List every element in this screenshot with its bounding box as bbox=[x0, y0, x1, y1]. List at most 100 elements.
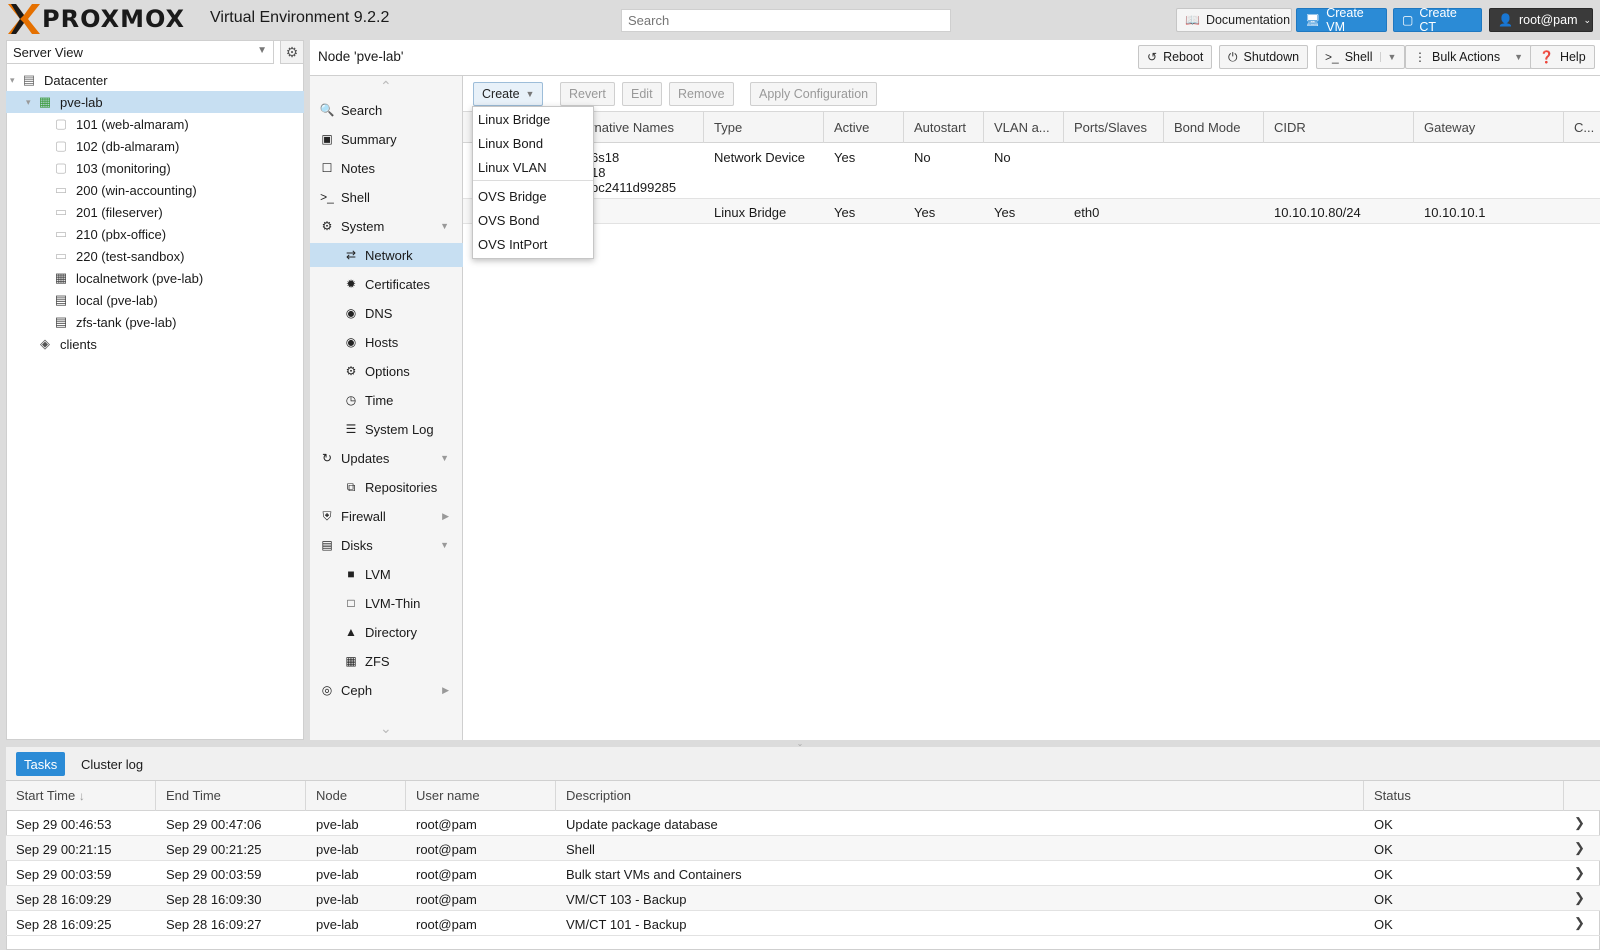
view-selector[interactable]: Server View ▼ bbox=[6, 40, 274, 64]
expand-arrow-icon[interactable]: ▾ bbox=[26, 97, 36, 108]
remove-button[interactable]: Remove bbox=[669, 82, 734, 106]
menu-item-firewall[interactable]: ⛨ Firewall ▶ bbox=[310, 504, 463, 528]
chevron-down-icon[interactable]: ▼ bbox=[440, 453, 449, 463]
menu-item-ovs-intport[interactable]: OVS IntPort bbox=[478, 237, 547, 252]
expand-arrow-icon[interactable]: ▾ bbox=[10, 75, 20, 86]
menu-item-updates[interactable]: ↻ Updates ▼ bbox=[310, 446, 463, 470]
menu-item-linux-bridge[interactable]: Linux Bridge bbox=[478, 112, 550, 127]
reboot-button[interactable]: ↺ Reboot bbox=[1138, 45, 1213, 69]
menu-item-notes[interactable]: ☐ Notes bbox=[310, 156, 463, 180]
column-header[interactable]: CIDR bbox=[1274, 120, 1306, 135]
chevron-right-icon[interactable]: ❯ bbox=[1574, 915, 1585, 931]
chevron-right-icon[interactable]: ❯ bbox=[1574, 840, 1585, 856]
tree-item-storage[interactable]: ▤ zfs-tank (pve-lab) bbox=[6, 311, 304, 333]
tree-item-guest[interactable]: ▢ 101 (web-almaram) bbox=[6, 113, 304, 135]
column-header[interactable]: Type bbox=[714, 120, 742, 135]
column-header[interactable]: VLAN a... bbox=[994, 120, 1050, 135]
global-search-input[interactable] bbox=[621, 9, 951, 32]
search-icon: 🔍 bbox=[319, 103, 335, 117]
documentation-button[interactable]: 📖 Documentation bbox=[1176, 8, 1292, 32]
column-header[interactable]: C... bbox=[1574, 120, 1594, 135]
chevron-down-icon[interactable]: ▼ bbox=[440, 221, 449, 231]
tree-item-guest[interactable]: ▭ 200 (win-accounting) bbox=[6, 179, 304, 201]
shell-button[interactable]: >_ Shell ▼ bbox=[1316, 45, 1406, 69]
tree-item-node[interactable]: ▾ ▦ pve-lab bbox=[6, 91, 304, 113]
task-node: pve-lab bbox=[316, 892, 359, 907]
column-header[interactable]: User name bbox=[416, 788, 480, 803]
chevron-right-icon[interactable]: ❯ bbox=[1574, 815, 1585, 831]
apply-configuration-label: Apply Configuration bbox=[759, 87, 869, 101]
menu-item-label: Hosts bbox=[365, 334, 399, 350]
bulk-actions-button[interactable]: ⋮ Bulk Actions ▼ bbox=[1405, 45, 1533, 69]
menu-item-disks[interactable]: ▤ Disks ▼ bbox=[310, 533, 463, 557]
shell-label: Shell bbox=[1344, 50, 1373, 64]
tree-item-storage[interactable]: ▤ local (pve-lab) bbox=[6, 289, 304, 311]
column-header[interactable]: Active bbox=[834, 120, 869, 135]
user-menu-button[interactable]: 👤 root@pam ⌄ bbox=[1489, 8, 1593, 32]
chevron-down-icon[interactable]: ▼ bbox=[1380, 52, 1396, 62]
column-header[interactable]: ernative Names bbox=[583, 120, 674, 135]
column-header[interactable]: Status bbox=[1374, 788, 1411, 803]
edit-button[interactable]: Edit bbox=[622, 82, 662, 106]
create-ct-button[interactable]: ▢ Create CT bbox=[1393, 6, 1482, 34]
menu-item-time[interactable]: ◷ Time bbox=[310, 388, 463, 412]
menu-item-zfs[interactable]: ▦ ZFS bbox=[310, 649, 463, 673]
column-header[interactable]: Bond Mode bbox=[1174, 120, 1241, 135]
menu-item-shell[interactable]: >_ Shell bbox=[310, 185, 463, 209]
create-vm-button[interactable]: 🖥 Create VM bbox=[1296, 6, 1387, 34]
menu-item-lvm-thin[interactable]: □ LVM-Thin bbox=[310, 591, 463, 615]
menu-item-ceph[interactable]: ◎ Ceph ▶ bbox=[310, 678, 463, 702]
panel-splitter[interactable]: ⌄ bbox=[775, 740, 825, 748]
column-header[interactable]: Gateway bbox=[1424, 120, 1475, 135]
menu-item-system-log[interactable]: ☰ System Log bbox=[310, 417, 463, 441]
chevron-up-icon[interactable]: ⌃ bbox=[380, 78, 392, 95]
menu-item-linux-vlan[interactable]: Linux VLAN bbox=[478, 160, 547, 175]
menu-item-network[interactable]: ⇄ Network bbox=[310, 243, 463, 267]
gear-icon[interactable]: ⚙ bbox=[280, 40, 304, 64]
menu-item-directory[interactable]: ▲ Directory bbox=[310, 620, 463, 644]
column-header[interactable]: Description bbox=[566, 788, 631, 803]
tree-item-tag[interactable]: ◈ clients bbox=[6, 333, 304, 355]
menu-item-ovs-bridge[interactable]: OVS Bridge bbox=[478, 189, 547, 204]
tree-item-datacenter[interactable]: ▾ ▤ Datacenter bbox=[6, 69, 304, 91]
exchange-icon: ⇄ bbox=[345, 248, 357, 262]
chevron-down-icon[interactable]: ▼ bbox=[440, 540, 449, 550]
chevron-right-icon[interactable]: ❯ bbox=[1574, 865, 1585, 881]
ellipsis-vertical-icon: ⋮ bbox=[1414, 50, 1426, 64]
create-button[interactable]: Create ▼ bbox=[473, 82, 544, 106]
tree-item-guest[interactable]: ▭ 210 (pbx-office) bbox=[6, 223, 304, 245]
help-button[interactable]: ❓ Help bbox=[1530, 45, 1595, 69]
menu-item-ovs-bond[interactable]: OVS Bond bbox=[478, 213, 539, 228]
tree-item-guest[interactable]: ▭ 220 (test-sandbox) bbox=[6, 245, 304, 267]
menu-item-summary[interactable]: ▣ Summary bbox=[310, 127, 463, 151]
revert-button[interactable]: Revert bbox=[560, 82, 615, 106]
chevron-right-icon[interactable]: ▶ bbox=[442, 685, 449, 696]
menu-item-certificates[interactable]: ✹ Certificates bbox=[310, 272, 463, 296]
tree-item-guest[interactable]: ▢ 103 (monitoring) bbox=[6, 157, 304, 179]
shutdown-button[interactable]: ⏻ Shutdown bbox=[1219, 45, 1309, 69]
task-status: OK bbox=[1374, 917, 1393, 932]
column-header-start-time[interactable]: Start Time ↓ bbox=[16, 788, 85, 803]
menu-item-search[interactable]: 🔍 Search bbox=[310, 98, 463, 122]
menu-item-system[interactable]: ⚙ System ▼ bbox=[310, 214, 463, 238]
column-header[interactable]: Autostart bbox=[914, 120, 966, 135]
apply-configuration-button[interactable]: Apply Configuration bbox=[750, 82, 878, 106]
menu-item-repositories[interactable]: ⧉ Repositories bbox=[310, 475, 463, 499]
tree-item-guest[interactable]: ▭ 201 (fileserver) bbox=[6, 201, 304, 223]
tab-tasks[interactable]: Tasks bbox=[16, 752, 66, 776]
column-header[interactable]: Node bbox=[316, 788, 347, 803]
menu-item-options[interactable]: ⚙ Options bbox=[310, 359, 463, 383]
tree-item-sdn[interactable]: ▦ localnetwork (pve-lab) bbox=[6, 267, 304, 289]
chevron-right-icon[interactable]: ▶ bbox=[442, 511, 449, 522]
menu-item-linux-bond[interactable]: Linux Bond bbox=[478, 136, 543, 151]
task-end-time: Sep 29 00:21:25 bbox=[166, 842, 262, 857]
chevron-right-icon[interactable]: ❯ bbox=[1574, 890, 1585, 906]
chevron-down-icon[interactable]: ⌄ bbox=[380, 720, 392, 737]
menu-item-lvm[interactable]: ■ LVM bbox=[310, 562, 463, 586]
tree-item-guest[interactable]: ▢ 102 (db-almaram) bbox=[6, 135, 304, 157]
menu-item-hosts[interactable]: ◉ Hosts bbox=[310, 330, 463, 354]
menu-item-dns[interactable]: ◉ DNS bbox=[310, 301, 463, 325]
tab-cluster-log[interactable]: Cluster log bbox=[73, 752, 151, 776]
column-header[interactable]: End Time bbox=[166, 788, 221, 803]
column-header[interactable]: Ports/Slaves bbox=[1074, 120, 1147, 135]
